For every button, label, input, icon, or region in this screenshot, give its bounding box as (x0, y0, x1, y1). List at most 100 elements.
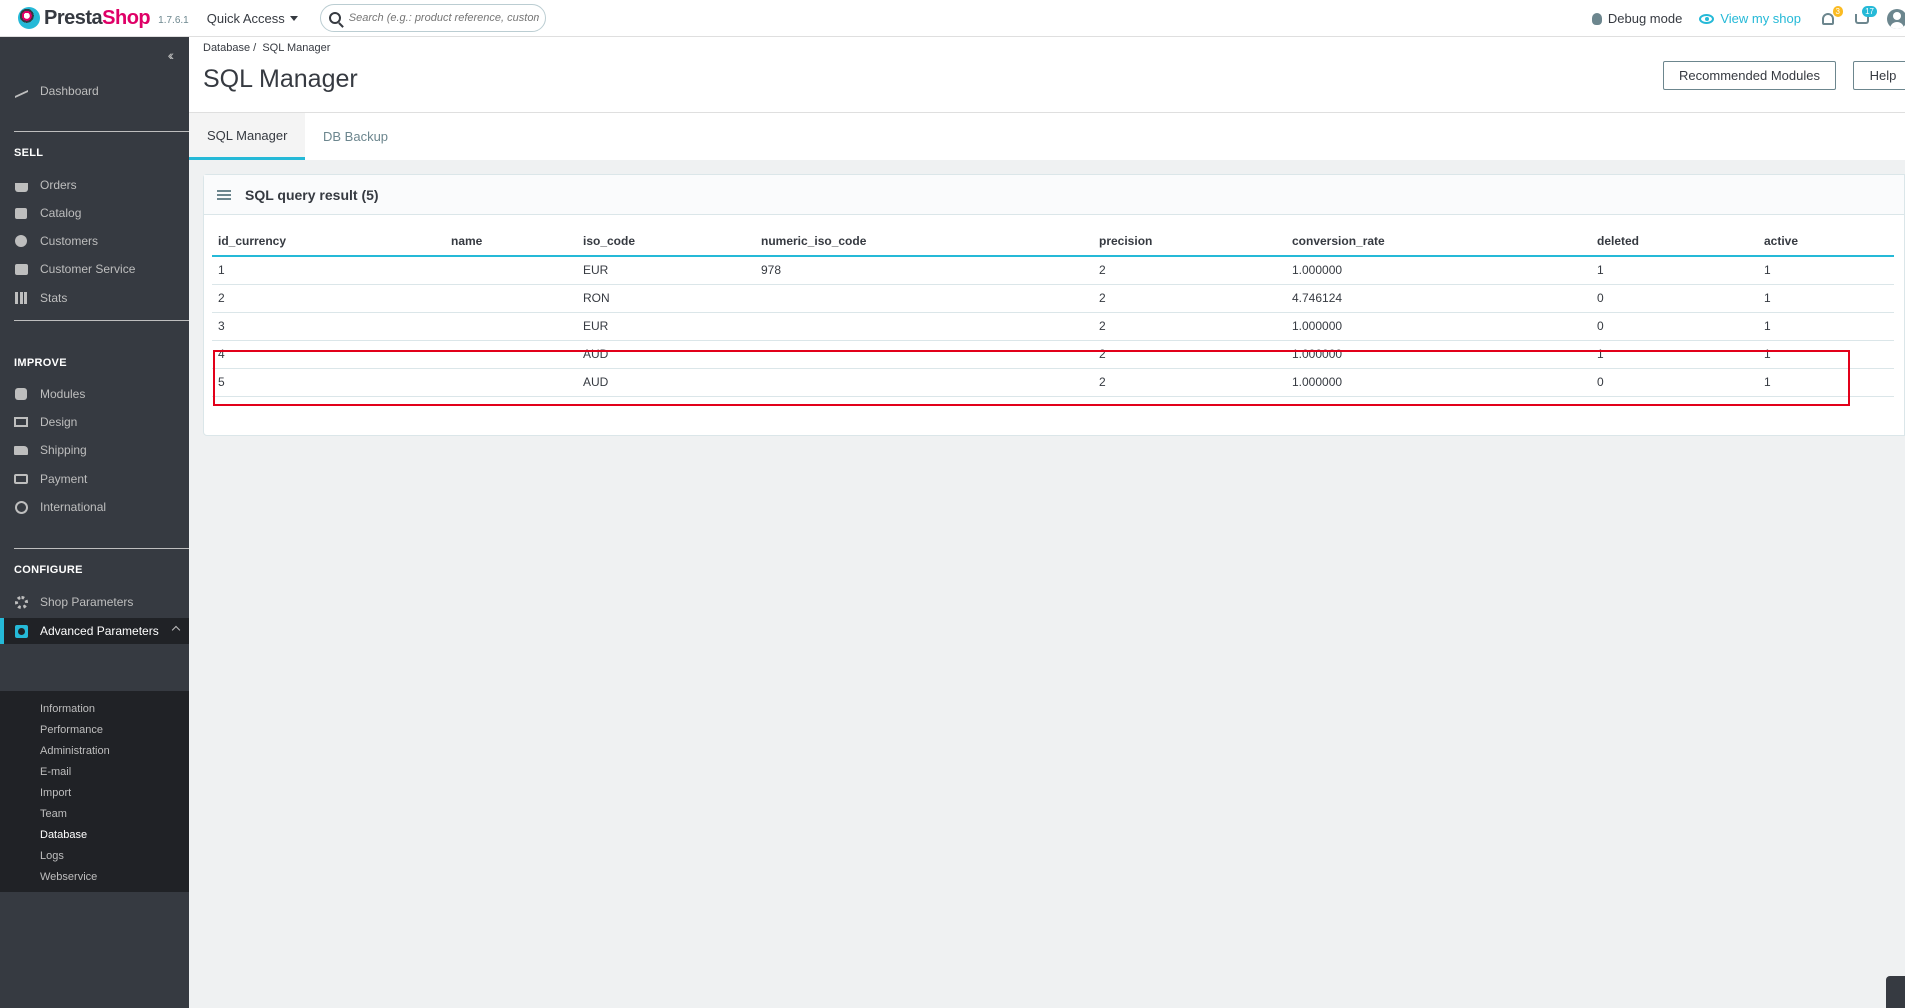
top-bar: PrestaShop 1.7.6.1 Quick Access Debug mo… (0, 0, 1905, 37)
column-header: name (445, 226, 577, 257)
collapse-sidebar-icon[interactable]: ‹‹ (168, 47, 175, 63)
sidebar-item-label: Payment (40, 472, 88, 486)
sidebar-item-advanced-parameters[interactable]: Advanced Parameters (0, 618, 189, 644)
table-cell (445, 256, 577, 285)
sidebar-item-label: Shipping (40, 443, 87, 457)
sidebar-item-label: Stats (40, 291, 68, 305)
table-cell: 1.000000 (1286, 312, 1591, 341)
table-cell: 2 (1093, 368, 1286, 397)
submenu-item-information[interactable]: Information (40, 703, 95, 715)
column-header: active (1758, 226, 1894, 257)
sidebar-item-label: International (40, 500, 107, 514)
table-cell (755, 284, 1093, 313)
store-icon (14, 206, 28, 220)
sidebar-item-stats[interactable]: Stats (0, 285, 189, 311)
table-cell: 4.746124 (1286, 284, 1591, 313)
bug-icon (1591, 12, 1602, 25)
submenu-item-import[interactable]: Import (40, 787, 71, 799)
page-header: Database / SQL Manager SQL Manager Recom… (189, 37, 1905, 112)
table-cell: 0 (1591, 368, 1758, 397)
tab-bar: SQL Manager DB Backup (189, 112, 1905, 160)
tab-sql-manager[interactable]: SQL Manager (189, 113, 305, 160)
table-cell: 1 (1758, 368, 1894, 397)
bar-chart-icon (14, 291, 28, 305)
table-row: 2 RON 2 4.746124 0 1 (212, 284, 1894, 313)
notifications-badge: 3 (1832, 5, 1843, 17)
panel-title: SQL query result (5) (245, 186, 379, 203)
column-header: precision (1093, 226, 1286, 257)
submenu-item-email[interactable]: E-mail (40, 766, 71, 778)
sql-result-panel: SQL query result (5) id_currency name is… (203, 174, 1905, 436)
notifications-button[interactable]: 3 (1819, 5, 1843, 28)
truck-icon (14, 443, 28, 457)
orders-badge: 17 (1862, 5, 1877, 17)
sidebar-item-shop-parameters[interactable]: Shop Parameters (0, 589, 189, 615)
account-circle-icon (14, 234, 28, 248)
view-my-shop-label: View my shop (1720, 11, 1801, 26)
sidebar-item-shipping[interactable]: Shipping (0, 437, 189, 463)
submenu-item-webservice[interactable]: Webservice (40, 871, 97, 883)
orders-notifications-button[interactable]: 17 (1853, 5, 1877, 28)
tab-db-backup[interactable]: DB Backup (323, 113, 413, 160)
sidebar-item-dashboard[interactable]: Dashboard (0, 78, 189, 104)
table-cell (445, 340, 577, 369)
sidebar-divider (14, 320, 189, 321)
submenu-item-logs[interactable]: Logs (40, 850, 64, 862)
breadcrumb-current: SQL Manager (262, 42, 331, 54)
sidebar-item-customers[interactable]: Customers (0, 228, 189, 254)
table-cell (445, 368, 577, 397)
prestashop-logo[interactable]: PrestaShop 1.7.6.1 (18, 7, 189, 30)
debug-mode-link[interactable]: Debug mode (1591, 11, 1683, 26)
sidebar-item-customer-service[interactable]: Customer Service (0, 256, 189, 282)
submenu-item-team[interactable]: Team (40, 808, 67, 820)
search-input[interactable] (348, 12, 539, 24)
table-cell: 2 (212, 284, 445, 313)
logo-text-shop: Shop (102, 6, 151, 29)
table-cell: AUD (577, 340, 755, 369)
search-box[interactable] (319, 4, 546, 32)
table-cell: 1 (1758, 312, 1894, 341)
sidebar-item-design[interactable]: Design (0, 409, 189, 435)
table-cell: 5 (212, 368, 445, 397)
sidebar-item-payment[interactable]: Payment (0, 466, 189, 492)
column-header: numeric_iso_code (755, 226, 1093, 257)
logo-text-presta: Presta (44, 6, 103, 29)
table-cell: 3 (212, 312, 445, 341)
sidebar-item-orders[interactable]: Orders (0, 172, 189, 198)
search-icon[interactable] (328, 12, 341, 24)
puzzle-icon (14, 387, 28, 401)
quick-access-dropdown[interactable]: Quick Access (207, 11, 298, 26)
basket-icon (14, 178, 28, 192)
section-title-sell: SELL (14, 147, 44, 159)
sidebar-item-international[interactable]: International (0, 494, 189, 520)
submenu-item-database[interactable]: Database (40, 829, 87, 841)
view-my-shop-link[interactable]: View my shop (1699, 11, 1801, 26)
help-button[interactable]: Help (1853, 61, 1905, 90)
sidebar-item-label: Catalog (40, 206, 82, 220)
table-cell: 1.000000 (1286, 368, 1591, 397)
debug-mode-label: Debug mode (1607, 11, 1683, 26)
table-cell: 1.000000 (1286, 256, 1591, 285)
list-icon (217, 189, 231, 200)
table-row: 1 EUR 978 2 1.000000 1 1 (212, 256, 1894, 285)
table-cell: 2 (1093, 340, 1286, 369)
sidebar-item-label: Shop Parameters (40, 595, 134, 609)
table-cell: 1 (212, 256, 445, 285)
section-title-configure: CONFIGURE (14, 564, 83, 576)
table-cell (755, 368, 1093, 397)
table-cell: 1 (1591, 340, 1758, 369)
breadcrumb-link-database[interactable]: Database (203, 42, 250, 54)
sidebar-item-modules[interactable]: Modules (0, 381, 189, 407)
credit-card-icon (14, 472, 28, 486)
table-cell: 1 (1758, 284, 1894, 313)
employee-avatar-icon[interactable] (1887, 8, 1905, 29)
recommended-modules-button[interactable]: Recommended Modules (1663, 61, 1836, 90)
chevron-up-icon (171, 625, 181, 635)
trending-up-icon (14, 83, 28, 99)
sidebar-item-catalog[interactable]: Catalog (0, 200, 189, 226)
symfony-toolbar-toggle-icon[interactable] (1886, 976, 1905, 1008)
submenu-item-administration[interactable]: Administration (40, 745, 110, 757)
submenu-item-performance[interactable]: Performance (40, 724, 103, 736)
table-cell (445, 312, 577, 341)
column-header: deleted (1591, 226, 1758, 257)
